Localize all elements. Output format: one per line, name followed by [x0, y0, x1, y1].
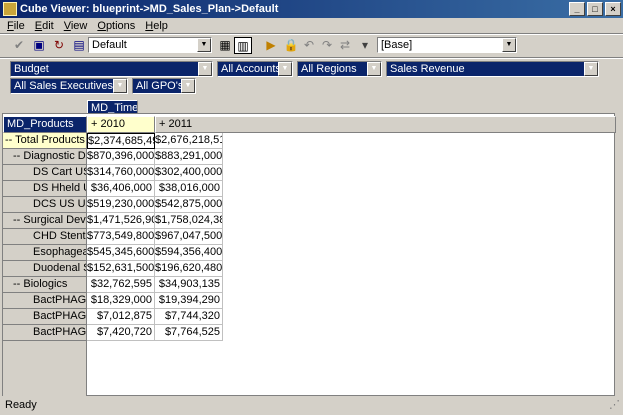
row-header[interactable]: -- Biologics [3, 277, 87, 293]
row-header[interactable]: DS Hheld US [3, 181, 87, 197]
chevron-down-icon[interactable]: ▼ [197, 38, 211, 52]
row-header[interactable]: BactPHAGE [3, 325, 87, 341]
title-dim-measure-value: Sales Revenue [390, 63, 465, 75]
title-dim-accounts-value: All Accounts [221, 63, 281, 75]
title-dim-scenario[interactable]: Budget ▼ [10, 61, 213, 77]
title-dim-sales-exec[interactable]: All Sales Executives ▼ [10, 78, 128, 94]
print-dropdown-icon[interactable]: ▾ [356, 37, 374, 54]
view-selector[interactable]: Default ▼ [88, 37, 212, 53]
data-cell[interactable]: $7,764,525 [155, 325, 223, 341]
toolbar: ✔ ▣ ↻ ▤ Default ▼ ▦ ▥ ▶ 🔒 ↶ ↷ ⇄ ▾ [Base]… [0, 35, 623, 55]
row-header[interactable]: DS Cart US U [3, 165, 87, 181]
title-dim-gpo[interactable]: All GPO's ▼ [132, 78, 196, 94]
minimize-button[interactable]: _ [569, 2, 585, 16]
row-header[interactable]: -- Diagnostic Dev [3, 149, 87, 165]
data-cell[interactable]: $152,631,500 [87, 261, 155, 277]
row-header[interactable]: DCS US Unit [3, 197, 87, 213]
chevron-down-icon[interactable]: ▼ [367, 62, 381, 76]
data-cell[interactable]: $883,291,000 [155, 149, 223, 165]
data-cell[interactable]: $7,012,875 [87, 309, 155, 325]
title-bar: Cube Viewer: blueprint->MD_Sales_Plan->D… [0, 0, 623, 18]
toolbar-separator [0, 57, 623, 59]
data-cell[interactable]: $7,744,320 [155, 309, 223, 325]
data-cell[interactable]: $196,620,480 [155, 261, 223, 277]
row-header-filler [3, 341, 87, 396]
row-header[interactable]: CHD Stent [3, 229, 87, 245]
refresh-icon[interactable]: ↻ [50, 37, 68, 54]
row-header[interactable]: -- Surgical Device [3, 213, 87, 229]
menu-options[interactable]: Options [92, 20, 140, 32]
data-cell[interactable]: $7,420,720 [87, 325, 155, 341]
title-dim-scenario-value: Budget [14, 63, 49, 75]
chevron-down-icon[interactable]: ▼ [113, 79, 127, 93]
grid-icon[interactable]: ▦ [216, 37, 234, 54]
data-cell[interactable]: $34,903,135 [155, 277, 223, 293]
undo-icon[interactable]: ↶ [300, 37, 318, 54]
data-cell[interactable]: $36,406,000 [87, 181, 155, 197]
row-header[interactable]: BactPHAGE [3, 293, 87, 309]
data-cell[interactable]: $519,230,000 [87, 197, 155, 213]
title-dim-sales-exec-value: All Sales Executives [14, 80, 114, 92]
data-cell[interactable]: $19,394,290 [155, 293, 223, 309]
window-title: Cube Viewer: blueprint->MD_Sales_Plan->D… [20, 3, 279, 15]
export-icon[interactable]: ▶ [262, 37, 280, 54]
menu-view[interactable]: View [59, 20, 93, 32]
recalculate-check-icon[interactable]: ✔ [10, 37, 28, 54]
data-cell[interactable]: $967,047,500 [155, 229, 223, 245]
view-selector-value: Default [92, 39, 127, 51]
title-dim-accounts[interactable]: All Accounts ▼ [217, 61, 293, 77]
column-header-2010[interactable]: + 2010 [87, 116, 155, 133]
title-dim-measure[interactable]: Sales Revenue ▼ [386, 61, 599, 77]
view-icon[interactable]: ▤ [70, 37, 88, 54]
data-cell[interactable]: $870,396,000 [87, 149, 155, 165]
status-bar: Ready ⋰ [0, 397, 623, 415]
menu-file[interactable]: File [2, 20, 30, 32]
data-cell[interactable]: $302,400,000 [155, 165, 223, 181]
title-dim-regions[interactable]: All Regions ▼ [297, 61, 382, 77]
close-button[interactable]: × [605, 2, 621, 16]
cube-app-icon [3, 2, 17, 16]
row-header[interactable]: Esophageal [3, 245, 87, 261]
data-cell[interactable]: $314,760,000 [87, 165, 155, 181]
data-cell[interactable]: $1,758,024,380 [155, 213, 223, 229]
menu-edit[interactable]: Edit [30, 20, 59, 32]
row-header[interactable]: BactPHAGE [3, 309, 87, 325]
row-header[interactable]: -- Total Products [3, 133, 87, 149]
status-text: Ready [5, 399, 37, 411]
redo-icon[interactable]: ↷ [318, 37, 336, 54]
data-cell[interactable]: $773,549,800 [87, 229, 155, 245]
cube-grid[interactable]: MD_Products + 2010 + 2011 -- Total Produ… [2, 113, 616, 396]
data-cell[interactable]: $2,374,685,495 [87, 133, 155, 149]
column-header-2011[interactable]: + 2011 [155, 116, 616, 133]
data-cell[interactable]: $594,356,400 [155, 245, 223, 261]
data-cell[interactable]: $545,345,600 [87, 245, 155, 261]
data-cell[interactable]: $32,762,595 [87, 277, 155, 293]
sandbox-selector-value: [Base] [381, 39, 413, 51]
data-cell[interactable]: $542,875,000 [155, 197, 223, 213]
data-cell[interactable]: $2,676,218,515 [155, 133, 223, 149]
menu-bar: File Edit View Options Help [0, 18, 623, 33]
chevron-down-icon[interactable]: ▼ [198, 62, 212, 76]
title-dim-regions-value: All Regions [301, 63, 357, 75]
sandbox-icon[interactable]: ⇄ [336, 37, 354, 54]
row-dimension-md-products[interactable]: MD_Products [3, 116, 87, 133]
save-icon[interactable]: ▣ [30, 37, 48, 54]
menu-help[interactable]: Help [140, 20, 173, 32]
chevron-down-icon[interactable]: ▼ [181, 79, 195, 93]
resize-grip-icon[interactable]: ⋰ [609, 397, 620, 413]
data-cell[interactable]: $38,016,000 [155, 181, 223, 197]
maximize-button[interactable]: □ [587, 2, 603, 16]
data-cell[interactable]: $18,329,000 [87, 293, 155, 309]
chevron-down-icon[interactable]: ▼ [278, 62, 292, 76]
data-cell[interactable]: $1,471,526,900 [87, 213, 155, 229]
zero-suppress-icon[interactable]: ▥ [234, 37, 252, 54]
title-dim-gpo-value: All GPO's [136, 80, 184, 92]
sandbox-selector[interactable]: [Base] ▼ [377, 37, 517, 53]
row-header[interactable]: Duodenal St [3, 261, 87, 277]
lock-icon[interactable]: 🔒 [282, 37, 300, 54]
chevron-down-icon[interactable]: ▼ [584, 62, 598, 76]
chevron-down-icon[interactable]: ▼ [502, 38, 516, 52]
